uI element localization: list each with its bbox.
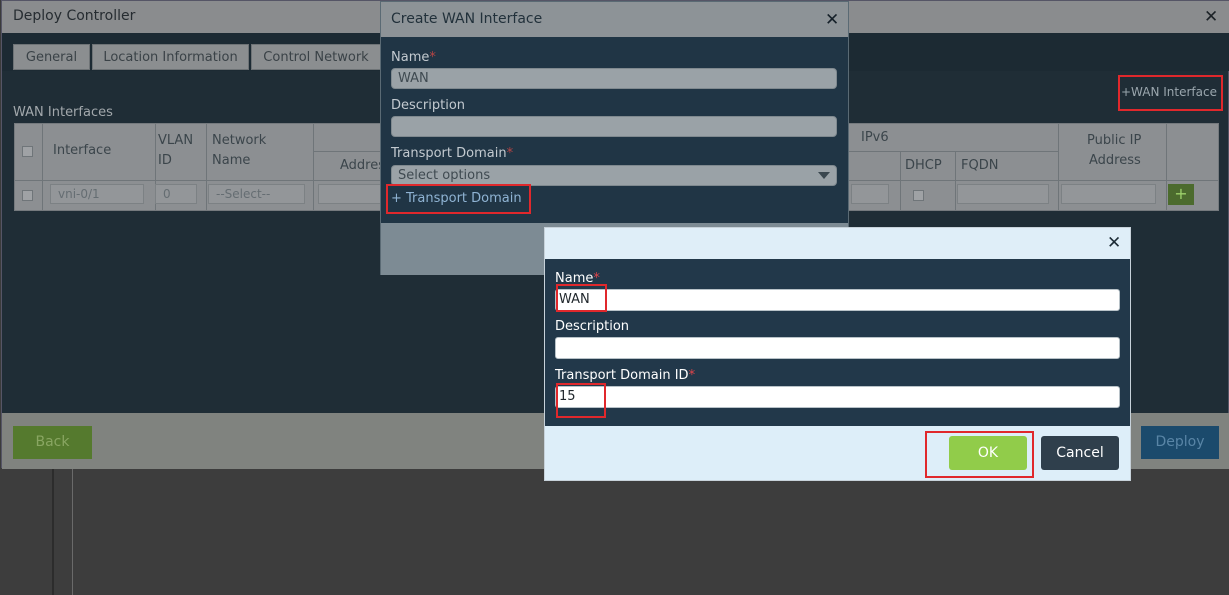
required-marker: * xyxy=(593,271,600,286)
column-header-network-name: Network xyxy=(212,133,267,148)
name-input[interactable]: WAN xyxy=(391,68,837,89)
public-ip-address-field[interactable] xyxy=(1061,184,1156,204)
table-column-divider xyxy=(313,124,314,210)
modal-titlebar xyxy=(545,228,1130,259)
tab-general[interactable]: General xyxy=(13,44,90,70)
fqdn-field[interactable] xyxy=(957,184,1049,204)
transport-domain-id-input[interactable]: 15 xyxy=(555,386,1120,408)
required-marker: * xyxy=(688,368,696,383)
page-background xyxy=(0,468,1229,595)
transport-domain-modal: ✕ Name* WAN Description Transport Domain… xyxy=(544,227,1131,481)
column-header-interface: Interface xyxy=(53,143,112,158)
transport-domain-label: Transport Domain* xyxy=(391,146,514,161)
description-label: Description xyxy=(555,319,630,334)
address-field[interactable] xyxy=(318,184,382,204)
background-divider xyxy=(52,468,54,595)
table-column-divider xyxy=(900,151,901,210)
dialog-title: Create WAN Interface xyxy=(391,11,543,27)
close-icon[interactable]: ✕ xyxy=(825,10,839,30)
table-column-divider xyxy=(1058,124,1059,210)
description-label: Description xyxy=(391,98,466,113)
dhcp-checkbox[interactable] xyxy=(913,190,924,201)
deploy-button[interactable]: Deploy xyxy=(1141,426,1219,459)
back-button[interactable]: Back xyxy=(13,426,92,459)
close-icon[interactable]: ✕ xyxy=(1204,7,1218,27)
window-title: Deploy Controller xyxy=(13,8,136,24)
wan-interfaces-heading: WAN Interfaces xyxy=(13,105,113,120)
table-column-divider xyxy=(206,124,207,210)
name-input[interactable]: WAN xyxy=(555,289,1120,311)
chevron-down-icon xyxy=(818,172,830,179)
column-header-ipv6: IPv6 xyxy=(861,130,889,145)
table-column-divider xyxy=(1166,124,1167,210)
required-marker: * xyxy=(506,146,514,161)
column-header-network-name: Name xyxy=(212,153,251,168)
vlan-id-field[interactable]: 0 xyxy=(155,184,197,204)
column-header-vlan-id: VLAN xyxy=(158,133,194,148)
tab-location-information[interactable]: Location Information xyxy=(92,44,249,70)
add-transport-domain-link[interactable]: + Transport Domain xyxy=(391,191,522,206)
column-header-dhcp: DHCP xyxy=(905,158,942,173)
transport-domain-id-label: Transport Domain ID* xyxy=(555,368,696,383)
column-header-fqdn: FQDN xyxy=(961,158,999,173)
description-input[interactable] xyxy=(555,337,1120,359)
cancel-button[interactable]: Cancel xyxy=(1041,436,1119,470)
select-all-checkbox[interactable] xyxy=(22,146,33,157)
ipv6-address-field[interactable] xyxy=(851,184,889,204)
network-name-select[interactable]: --Select-- xyxy=(208,184,305,204)
column-header-public-ip-address: Public IP xyxy=(1087,133,1142,148)
interface-field[interactable]: vni-0/1 xyxy=(50,184,144,204)
column-header-public-ip-address: Address xyxy=(1089,153,1141,168)
ok-button[interactable]: OK xyxy=(949,436,1027,470)
background-divider xyxy=(72,468,73,595)
add-wan-interface-link[interactable]: +WAN Interface xyxy=(1121,85,1217,99)
tab-control-network[interactable]: Control Network xyxy=(251,44,381,70)
add-row-button[interactable]: + xyxy=(1168,184,1194,205)
required-marker: * xyxy=(429,50,436,65)
transport-domain-select[interactable]: Select options xyxy=(391,165,837,186)
close-icon[interactable]: ✕ xyxy=(1107,233,1121,253)
row-checkbox[interactable] xyxy=(22,190,33,201)
description-input[interactable] xyxy=(391,116,837,137)
name-label: Name* xyxy=(391,50,436,65)
column-header-vlan-id: ID xyxy=(158,153,172,168)
table-column-divider xyxy=(42,124,43,210)
table-column-divider xyxy=(955,151,956,210)
name-label: Name* xyxy=(555,271,600,286)
